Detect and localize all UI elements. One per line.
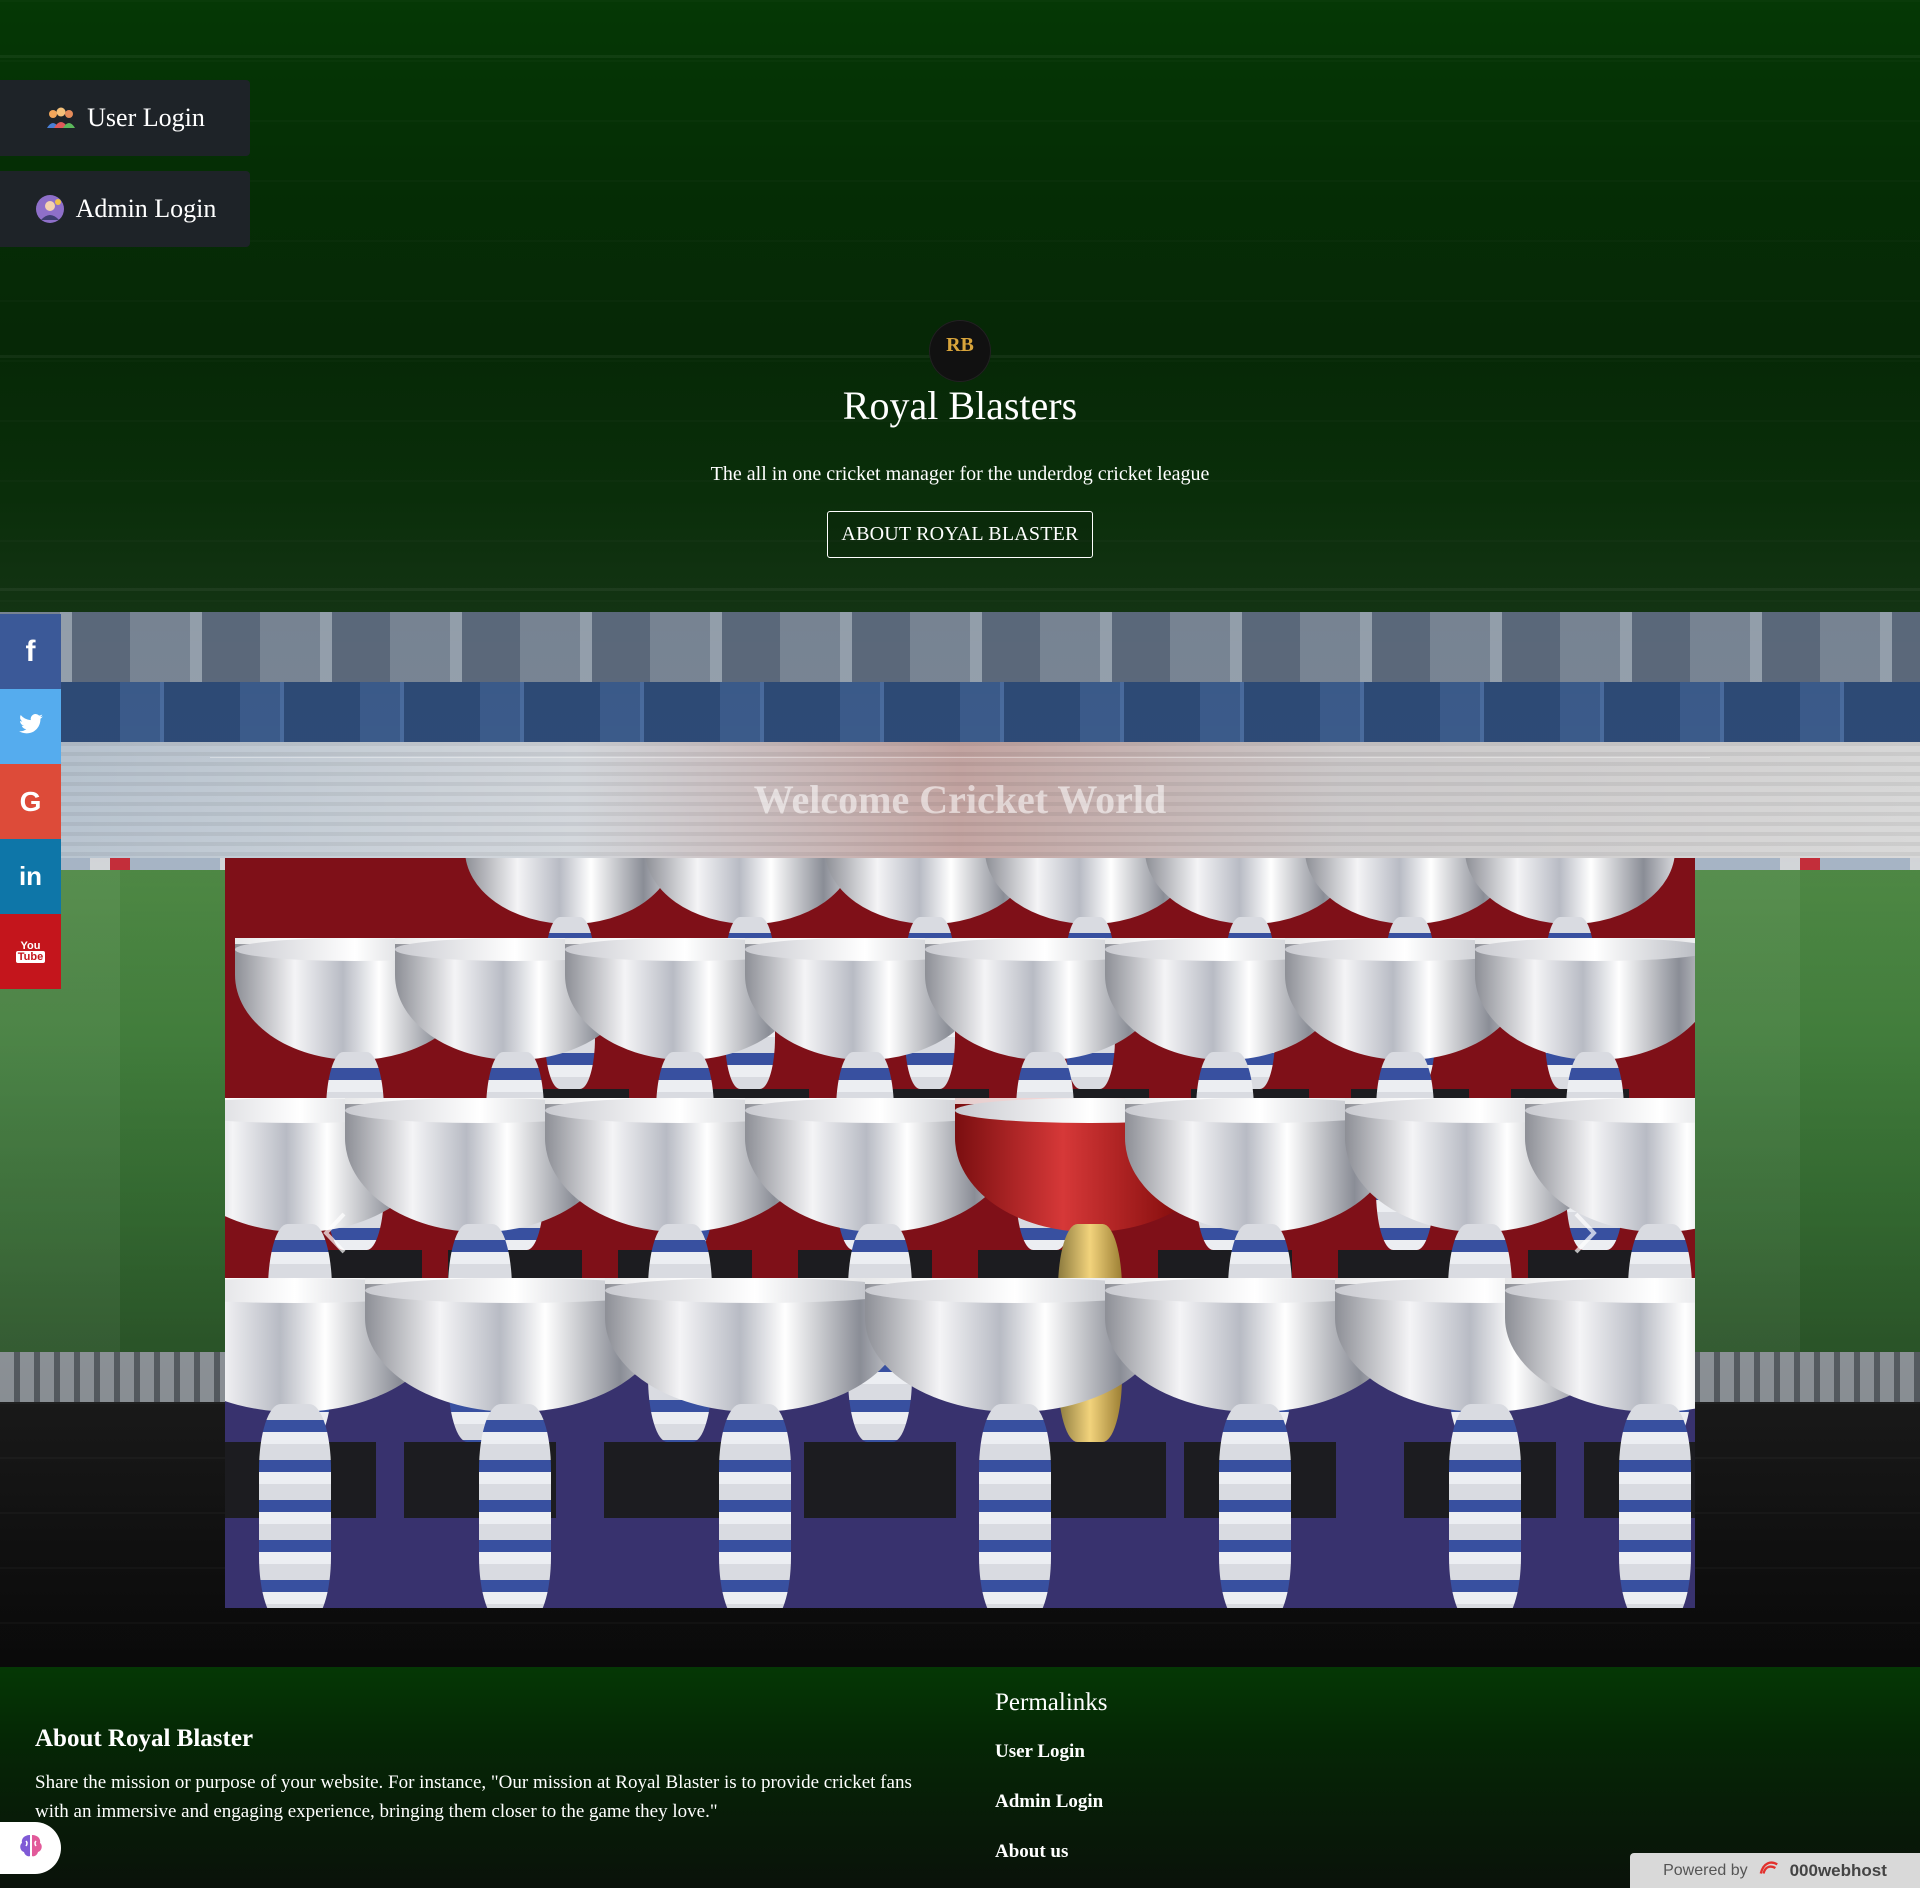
youtube-share-button[interactable]: You Tube bbox=[0, 914, 61, 989]
about-royal-blaster-button[interactable]: ABOUT ROYAL BLASTER bbox=[827, 511, 1093, 558]
background-beam bbox=[0, 588, 1920, 591]
footer-link-admin-login[interactable]: Admin Login bbox=[995, 1791, 1103, 1813]
footer-link-about-us[interactable]: About us bbox=[995, 1841, 1068, 1863]
footer-about-text: Share the mission or purpose of your web… bbox=[35, 1772, 912, 1822]
carousel-prev-button[interactable] bbox=[320, 1210, 350, 1256]
trophy-stem bbox=[259, 1404, 331, 1608]
twitter-share-button[interactable] bbox=[0, 689, 61, 764]
facebook-icon: f bbox=[25, 634, 36, 668]
user-login-label: User Login bbox=[87, 103, 205, 132]
trophy-stem bbox=[719, 1404, 791, 1608]
trophy-rim bbox=[605, 1278, 905, 1304]
welcome-divider bbox=[210, 757, 1710, 758]
chevron-left-icon bbox=[323, 1212, 346, 1254]
trophy-cup bbox=[465, 858, 675, 924]
footer-link-user-login[interactable]: User Login bbox=[995, 1741, 1085, 1763]
trophy-cup bbox=[645, 858, 855, 924]
brain-icon bbox=[15, 1830, 47, 1867]
hero-subtitle: The all in one cricket manager for the u… bbox=[710, 463, 1210, 485]
user-login-button[interactable]: User Login bbox=[0, 80, 250, 156]
trophy-cup bbox=[1505, 1278, 1695, 1608]
trophy-stem bbox=[1619, 1404, 1691, 1608]
admin-icon bbox=[34, 193, 66, 225]
users-group-icon bbox=[45, 102, 77, 134]
image-carousel[interactable] bbox=[225, 858, 1695, 1608]
trophy-stem bbox=[479, 1404, 551, 1608]
linkedin-share-button[interactable]: in bbox=[0, 839, 61, 914]
webhost-logo-icon bbox=[1756, 1857, 1782, 1884]
linkedin-icon: in bbox=[18, 861, 43, 891]
trophy-rim bbox=[1475, 938, 1695, 961]
logo-text: RB bbox=[946, 334, 974, 356]
powered-by-badge[interactable]: Powered by 000webhost bbox=[1630, 1853, 1920, 1888]
trophy-cup bbox=[1465, 858, 1675, 924]
powered-by-brand: 000webhost bbox=[1789, 1860, 1887, 1880]
chevron-right-icon bbox=[1574, 1212, 1597, 1254]
background-beam bbox=[0, 55, 1920, 58]
hero-title: Royal Blasters bbox=[842, 383, 1078, 428]
powered-by-prefix: Powered by bbox=[1663, 1861, 1748, 1879]
trophy-stem bbox=[1219, 1404, 1291, 1608]
site-logo[interactable]: RB bbox=[929, 320, 991, 382]
footer-about-heading: About Royal Blaster bbox=[35, 1725, 254, 1752]
carousel-next-button[interactable] bbox=[1570, 1210, 1600, 1256]
admin-login-label: Admin Login bbox=[75, 194, 217, 223]
welcome-heading: Welcome Cricket World bbox=[753, 777, 1167, 822]
youtube-icon: You Tube bbox=[15, 939, 46, 963]
twitter-icon bbox=[18, 711, 44, 742]
footer-permalinks-heading: Permalinks bbox=[995, 1689, 1108, 1716]
assistant-widget-button[interactable] bbox=[0, 1822, 61, 1874]
trophy-cup bbox=[605, 1278, 905, 1608]
admin-login-button[interactable]: Admin Login bbox=[0, 171, 250, 247]
trophy-stem bbox=[979, 1404, 1051, 1608]
facebook-share-button[interactable]: f bbox=[0, 614, 61, 689]
